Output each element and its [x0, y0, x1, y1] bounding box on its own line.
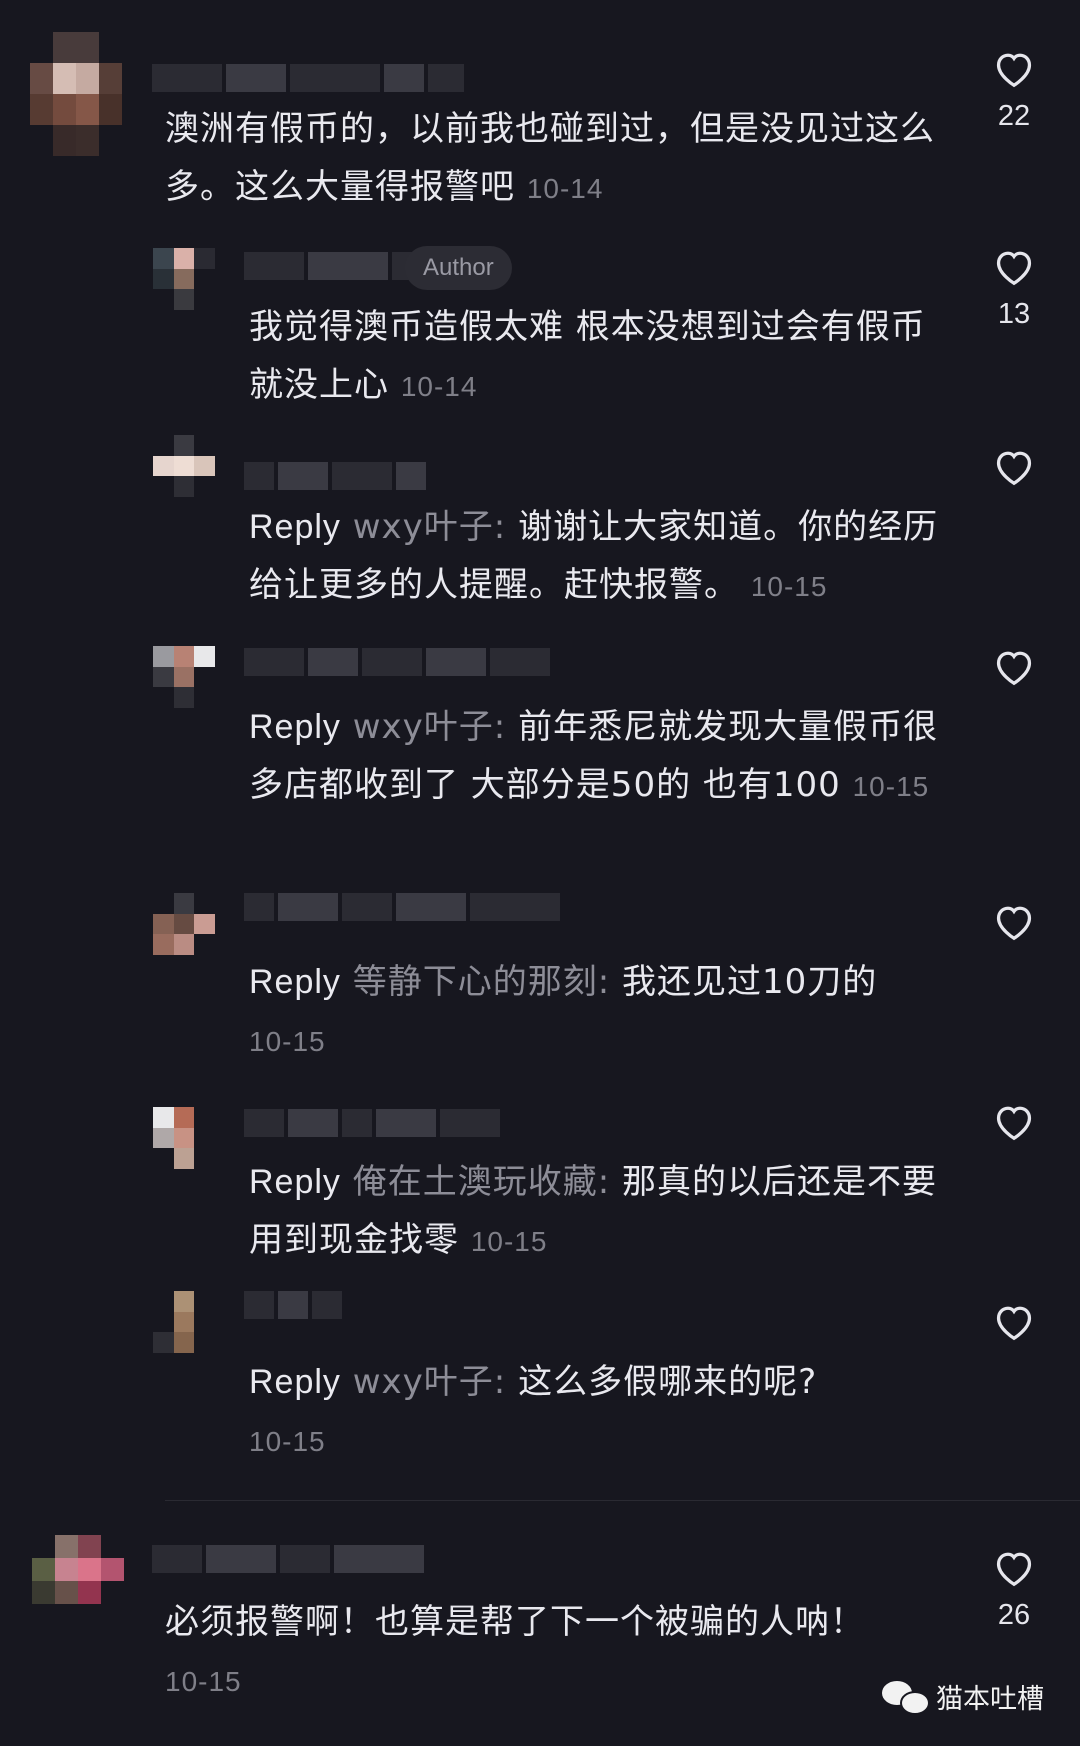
divider [165, 1500, 1080, 1501]
timestamp: 10-15 [165, 1666, 242, 1697]
comment-text: Reply 等静下心的那刻: 我还见过10刀的 10-15 [249, 962, 878, 1057]
timestamp: 10-15 [750, 571, 828, 602]
comment-text: 必须报警啊！也算是帮了下一个被骗的人呐！ 10-15 [165, 1602, 865, 1697]
reply-item: Reply 俺在土澳玩收藏: 那真的以后还是不要用到现金找零 10-15 [0, 1055, 1080, 1260]
reply-target[interactable]: 俺在土澳玩收藏: [353, 1162, 610, 1202]
avatar[interactable] [153, 893, 215, 955]
reply-item: Reply 等静下心的那刻: 我还见过10刀的 10-15 [0, 855, 1080, 1057]
reply-target[interactable]: 等静下心的那刻: [353, 962, 610, 1002]
like-button[interactable] [984, 1101, 1044, 1141]
comment-text: Reply wxy叶子: 这么多假哪来的呢? 10-15 [249, 1362, 818, 1457]
like-button[interactable]: 26 [984, 1547, 1044, 1632]
heart-outline-icon [996, 451, 1032, 486]
heart-outline-icon [996, 1552, 1032, 1587]
username-blurred[interactable] [244, 1291, 342, 1319]
timestamp: 10-14 [400, 371, 478, 402]
comment-text: Reply wxy叶子: 前年悉尼就发现大量假币很多店都收到了 大部分是50的 … [249, 707, 939, 805]
like-count: 22 [997, 100, 1031, 132]
comment-text: Reply 俺在土澳玩收藏: 那真的以后还是不要用到现金找零 10-15 [249, 1162, 938, 1260]
author-badge: Author [405, 246, 512, 290]
reply-keyword: Reply [249, 1363, 341, 1401]
reply-keyword: Reply [249, 963, 341, 1001]
like-button[interactable]: 13 [984, 246, 1044, 331]
wechat-icon [882, 1679, 930, 1715]
reply-keyword: Reply [249, 1163, 341, 1201]
avatar[interactable] [30, 32, 122, 156]
username-blurred[interactable] [244, 252, 432, 280]
like-button[interactable] [984, 901, 1044, 941]
avatar[interactable] [153, 435, 215, 497]
avatar[interactable] [153, 1291, 215, 1353]
avatar[interactable] [153, 248, 215, 310]
avatar[interactable] [153, 1107, 215, 1169]
username-blurred[interactable] [244, 893, 560, 921]
watermark-text: 猫本吐槽 [936, 1684, 1044, 1715]
heart-outline-icon [996, 1306, 1032, 1341]
reply-keyword: Reply [249, 508, 341, 546]
reply-item: Author 我觉得澳币造假太难 根本没想到过会有假币 就没上心 10-14 1… [0, 200, 1080, 405]
heart-outline-icon [996, 906, 1032, 941]
like-count: 13 [997, 298, 1031, 330]
reply-item: Reply wxy叶子: 前年悉尼就发现大量假币很多店都收到了 大部分是50的 … [0, 600, 1080, 855]
comment-item: 澳洲有假币的，以前我也碰到过，但是没见过这么多。这么大量得报警吧 10-14 2… [0, 0, 1080, 207]
reply-item: Reply wxy叶子: 这么多假哪来的呢? 10-15 [0, 1255, 1080, 1457]
like-button[interactable] [984, 446, 1044, 486]
reply-target[interactable]: wxy叶子: [353, 507, 507, 547]
timestamp: 10-15 [249, 1426, 326, 1457]
comment-text: 我觉得澳币造假太难 根本没想到过会有假币 就没上心 10-14 [249, 307, 926, 405]
watermark: 猫本吐槽 [882, 1677, 1044, 1716]
username-blurred[interactable] [152, 64, 464, 92]
avatar[interactable] [153, 646, 215, 708]
like-button[interactable]: 22 [984, 48, 1044, 133]
heart-outline-icon [996, 251, 1032, 286]
timestamp: 10-15 [852, 771, 930, 802]
timestamp: 10-15 [470, 1226, 548, 1257]
like-count: 26 [997, 1599, 1031, 1631]
username-blurred[interactable] [244, 462, 426, 490]
username-blurred[interactable] [152, 1545, 424, 1573]
heart-outline-icon [996, 53, 1032, 88]
username-blurred[interactable] [244, 1109, 500, 1137]
heart-outline-icon [996, 651, 1032, 686]
like-button[interactable] [984, 1301, 1044, 1341]
avatar[interactable] [32, 1535, 124, 1627]
like-button[interactable] [984, 646, 1044, 686]
timestamp: 10-15 [249, 1026, 326, 1057]
username-blurred[interactable] [244, 648, 550, 676]
reply-keyword: Reply [249, 708, 341, 746]
reply-item: Reply wxy叶子: 谢谢让大家知道。你的经历给让更多的人提醒。赶快报警。 … [0, 400, 1080, 605]
reply-target[interactable]: wxy叶子: [353, 707, 507, 747]
comment-text: Reply wxy叶子: 谢谢让大家知道。你的经历给让更多的人提醒。赶快报警。 … [249, 507, 939, 605]
reply-target[interactable]: wxy叶子: [353, 1362, 507, 1402]
heart-outline-icon [996, 1106, 1032, 1141]
